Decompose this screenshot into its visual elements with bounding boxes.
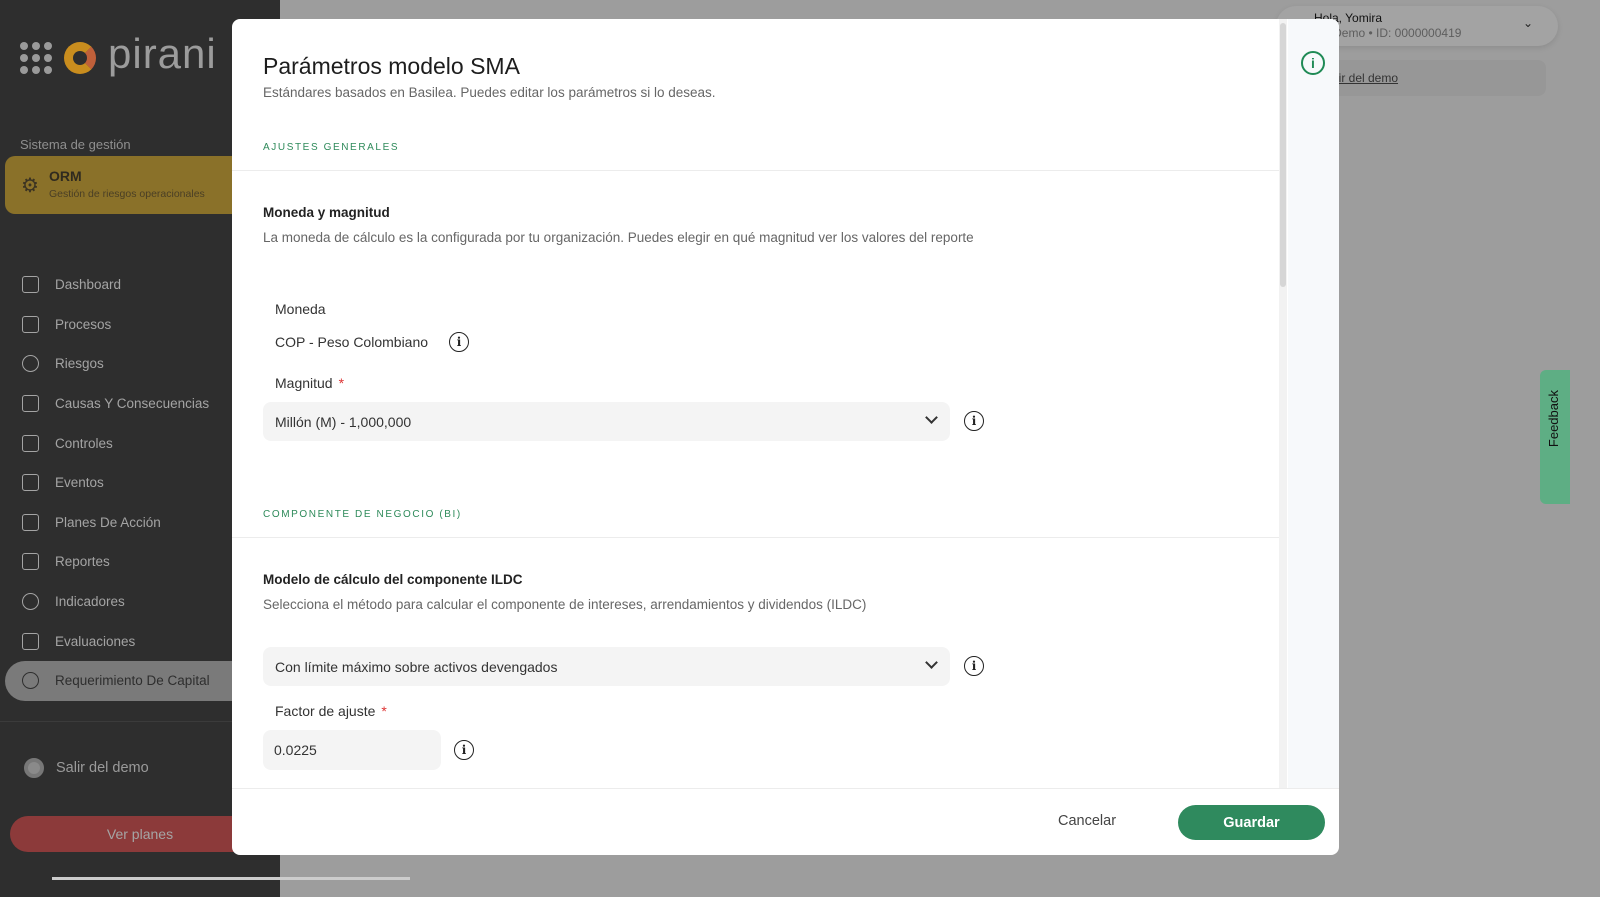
module-name: ORM [48, 168, 82, 184]
currency-desc: La moneda de cálculo es la configurada p… [263, 230, 974, 245]
brand-name: pirani [108, 30, 217, 77]
info-icon[interactable]: i [454, 740, 474, 760]
chevron-down-icon [925, 656, 938, 669]
save-button[interactable]: Guardar [1178, 805, 1325, 840]
sidebar-item-label: Evaluaciones [55, 633, 136, 649]
required-mark: * [381, 703, 387, 719]
magnitude-label: Magnitud * [275, 375, 344, 391]
modal-title: Parámetros modelo SMA [263, 53, 520, 79]
magnitude-value: Millón (M) - 1,000,000 [275, 413, 412, 430]
module-selector[interactable]: ⚙ ORM Gestión de riesgos operacionales [5, 156, 265, 214]
sidebar-item-label: Indicadores [55, 594, 125, 610]
currency-label: Moneda [275, 301, 326, 317]
sidebar-item-label: Causas Y Consecuencias [55, 396, 210, 412]
sidebar-item-label: Requerimiento De Capital [55, 673, 210, 689]
info-icon[interactable]: i [964, 411, 984, 431]
alert-circle-icon [22, 355, 39, 373]
system-label: Sistema de gestión [20, 137, 131, 152]
exit-demo-label: Salir del demo [56, 760, 149, 776]
info-panel: i [1288, 19, 1339, 789]
info-icon[interactable]: i [964, 656, 984, 676]
chevron-down-icon[interactable]: ⌄ [1523, 16, 1533, 30]
checklist-icon [22, 513, 39, 531]
view-plans-button[interactable]: Ver planes [10, 816, 270, 852]
monitor-icon [22, 276, 39, 294]
divider [232, 537, 1279, 538]
scrollbar-horizontal[interactable] [52, 877, 410, 880]
evaluation-icon [22, 632, 39, 650]
sidebar-item-label: Dashboard [55, 277, 122, 293]
section-business: COMPONENTE DE NEGOCIO (BI) [263, 509, 462, 520]
sidebar-item-label: Reportes [55, 554, 110, 570]
feedback-label: Feedback [1546, 390, 1561, 448]
dollar-icon [22, 672, 39, 690]
chevron-down-icon [925, 411, 938, 424]
feedback-tab[interactable]: Feedback [1540, 370, 1570, 504]
exit-icon [24, 758, 44, 778]
info-icon[interactable]: i [1301, 51, 1325, 75]
table-icon [22, 395, 39, 413]
ildc-heading: Modelo de cálculo del componente ILDC [263, 572, 523, 587]
factor-label-text: Factor de ajuste [275, 703, 376, 719]
sidebar-item-label: Controles [55, 435, 113, 451]
required-mark: * [338, 375, 345, 391]
bar-chart-icon [22, 553, 39, 571]
pirani-logo-icon [64, 42, 96, 74]
sliders-icon [22, 434, 39, 452]
exit-demo-link[interactable]: lir del demo [1336, 71, 1398, 85]
list-icon [22, 315, 39, 333]
magnitude-select[interactable]: Millón (M) - 1,000,000 [263, 402, 950, 441]
divider [232, 170, 1279, 171]
scrollbar-thumb[interactable] [1280, 23, 1286, 287]
section-general: AJUSTES GENERALES [263, 142, 400, 153]
currency-heading: Moneda y magnitud [263, 205, 390, 220]
target-icon [22, 593, 39, 611]
factor-label: Factor de ajuste * [275, 703, 387, 719]
scrollbar[interactable] [1279, 19, 1287, 789]
sma-parameters-modal: Parámetros modelo SMA Estándares basados… [232, 19, 1339, 855]
warning-icon [22, 474, 39, 492]
ildc-model-value: Con límite máximo sobre activos devengad… [275, 658, 558, 675]
magnitude-label-text: Magnitud [275, 375, 333, 391]
info-icon[interactable]: i [449, 332, 469, 352]
ildc-model-select[interactable]: Con límite máximo sobre activos devengad… [263, 647, 950, 686]
factor-input[interactable] [263, 730, 441, 770]
gear-icon: ⚙ [21, 174, 39, 197]
logo[interactable]: pirani [20, 30, 217, 78]
modal-subtitle: Estándares basados en Basilea. Puedes ed… [263, 85, 716, 100]
currency-value: COP - Peso Colombiano [275, 334, 429, 350]
sidebar-item-label: Planes De Acción [55, 514, 161, 530]
exit-demo-button[interactable]: Salir del demo [24, 758, 149, 778]
sidebar-item-label: Procesos [55, 316, 112, 332]
sidebar-item-label: Riesgos [55, 356, 104, 372]
footer-divider [232, 788, 1339, 789]
module-desc: Gestión de riesgos operacionales [48, 188, 205, 200]
apps-grid-icon[interactable] [20, 42, 52, 74]
ildc-desc: Selecciona el método para calcular el co… [263, 597, 867, 612]
sidebar-item-label: Eventos [55, 475, 104, 491]
cancel-button[interactable]: Cancelar [1058, 813, 1116, 829]
